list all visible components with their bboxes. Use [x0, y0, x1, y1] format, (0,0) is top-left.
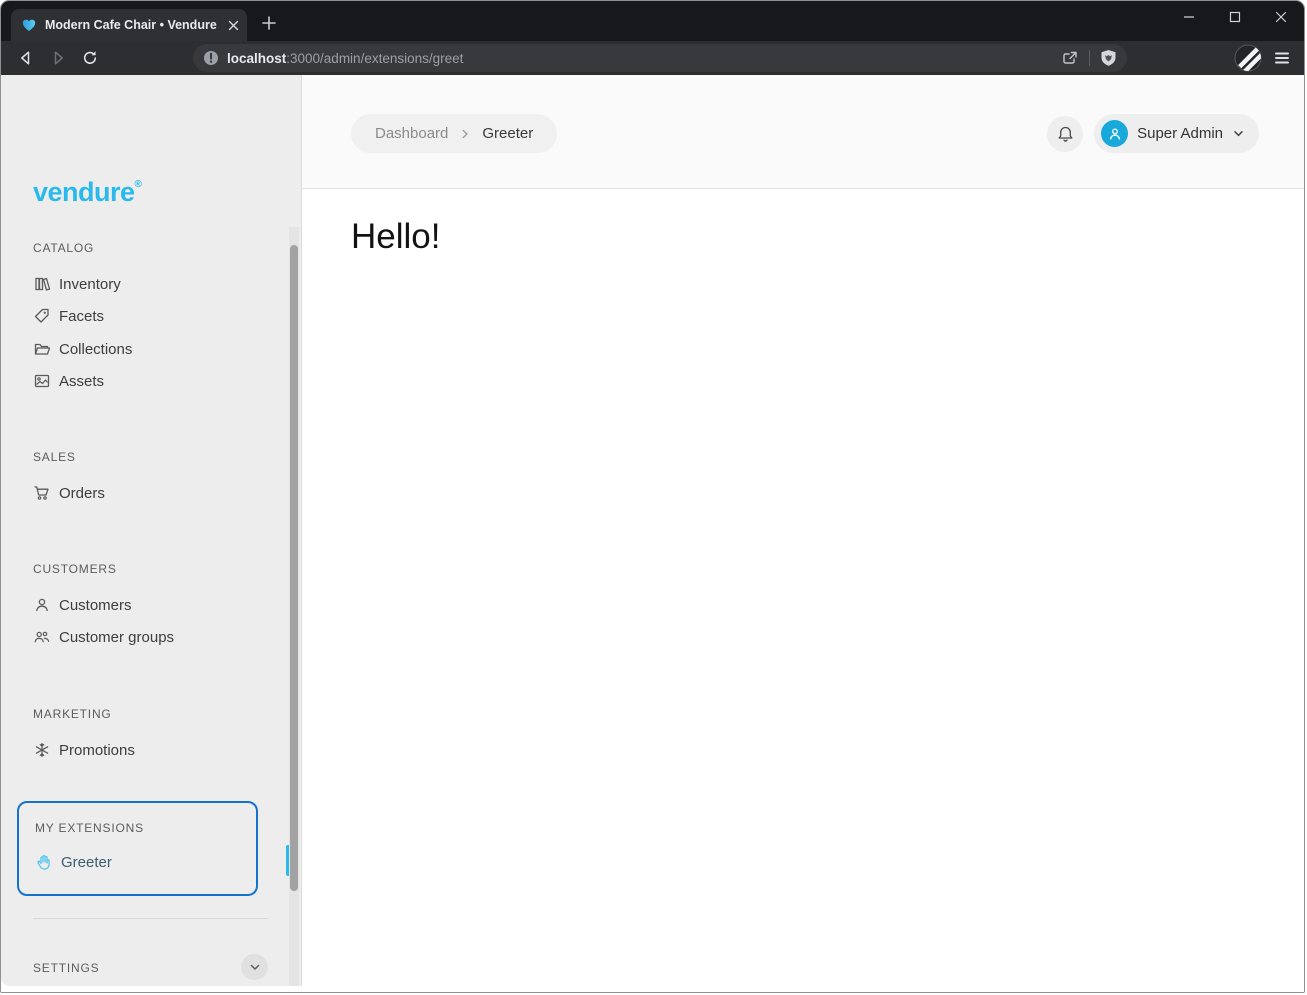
section-title-catalog: CATALOG	[33, 241, 95, 255]
my-extensions-card: MY EXTENSIONS Greeter	[17, 801, 258, 896]
section-title-my-extensions: MY EXTENSIONS	[35, 821, 144, 835]
page-content: Hello!	[302, 189, 1304, 992]
reload-button[interactable]	[77, 45, 103, 71]
maximize-button[interactable]	[1212, 1, 1258, 33]
sidebar: vendure® CATALOG Inventory Facets Collec…	[1, 75, 302, 986]
settings-expand-button[interactable]	[241, 954, 268, 980]
logo-text: vendure	[33, 177, 135, 207]
share-icon[interactable]	[1061, 49, 1079, 67]
tab-close-icon[interactable]	[228, 20, 239, 31]
sidebar-scrollbar-thumb[interactable]	[290, 245, 298, 891]
brave-shield-icon[interactable]	[1100, 49, 1117, 67]
sidebar-item-inventory[interactable]: Inventory	[33, 274, 121, 294]
close-window-button[interactable]	[1258, 1, 1304, 33]
sidebar-item-promotions[interactable]: Promotions	[33, 740, 135, 760]
sidebar-item-label: Promotions	[59, 741, 135, 759]
hand-icon	[35, 853, 53, 871]
back-button[interactable]	[13, 45, 39, 71]
sidebar-item-greeter[interactable]: Greeter	[35, 852, 112, 872]
tab-title: Modern Cafe Chair • Vendure	[45, 18, 217, 32]
section-title-marketing: MARKETING	[33, 707, 112, 721]
sidebar-item-collections[interactable]: Collections	[33, 339, 132, 359]
breadcrumb: Dashboard Greeter	[351, 114, 558, 153]
sidebar-divider	[33, 918, 269, 919]
bell-icon	[1056, 125, 1075, 144]
forward-button[interactable]	[45, 45, 71, 71]
sidebar-item-customers[interactable]: Customers	[33, 595, 132, 615]
sidebar-item-label: Facets	[59, 307, 105, 325]
url-text: localhost:3000/admin/extensions/greet	[227, 51, 1061, 66]
page-header: Dashboard Greeter Super Admin	[302, 75, 1304, 189]
browser-titlebar: Modern Cafe Chair • Vendure	[1, 1, 1304, 41]
sidebar-item-facets[interactable]: Facets	[33, 306, 104, 326]
tag-icon	[33, 307, 51, 325]
new-tab-button[interactable]	[257, 11, 281, 35]
page-title: Hello!	[351, 217, 441, 256]
image-icon	[33, 372, 51, 390]
sidebar-item-label: Orders	[59, 484, 105, 502]
books-icon	[33, 275, 51, 293]
url-host: localhost	[227, 50, 287, 66]
user-icon	[33, 596, 51, 614]
sidebar-item-label: Collections	[59, 340, 133, 358]
sidebar-item-label: Customer groups	[59, 628, 175, 646]
vendure-logo[interactable]: vendure®	[33, 177, 142, 208]
browser-menu-icon[interactable]	[1272, 48, 1292, 68]
avatar	[1101, 120, 1129, 147]
section-title-settings: SETTINGS	[33, 961, 100, 975]
sidebar-item-label: Greeter	[61, 853, 112, 871]
sidebar-item-orders[interactable]: Orders	[33, 483, 105, 503]
notifications-button[interactable]	[1047, 116, 1083, 152]
breadcrumb-separator-chevron-icon	[459, 128, 471, 140]
browser-profile-avatar[interactable]	[1234, 44, 1262, 72]
snowflake-icon	[33, 741, 51, 759]
vendure-favicon-heart-icon	[21, 17, 37, 33]
user-name: Super Admin	[1137, 125, 1223, 142]
breadcrumb-dashboard[interactable]: Dashboard	[375, 125, 448, 142]
chevron-down-icon	[1232, 127, 1245, 140]
folder-icon	[33, 340, 51, 358]
breadcrumb-greeter[interactable]: Greeter	[482, 125, 533, 142]
sidebar-item-label: Assets	[59, 372, 105, 390]
sidebar-item-customer-groups[interactable]: Customer groups	[33, 627, 174, 647]
sidebar-item-label: Customers	[59, 596, 132, 614]
url-bar[interactable]: localhost:3000/admin/extensions/greet	[193, 44, 1127, 72]
section-title-customers: CUSTOMERS	[33, 562, 117, 576]
sidebar-item-assets[interactable]: Assets	[33, 371, 104, 391]
user-menu-button[interactable]: Super Admin	[1094, 114, 1259, 153]
window-controls	[1166, 1, 1304, 33]
sidebar-section-settings[interactable]: SETTINGS	[1, 954, 271, 980]
browser-window: Modern Cafe Chair • Vendure localhost:30…	[0, 0, 1305, 993]
cart-icon	[33, 484, 51, 502]
vendure-admin-page: vendure® CATALOG Inventory Facets Collec…	[1, 75, 1304, 992]
url-path: :3000/admin/extensions/greet	[286, 50, 464, 66]
toolbar-divider	[1089, 50, 1090, 66]
minimize-button[interactable]	[1166, 1, 1212, 33]
section-title-sales: SALES	[33, 450, 76, 464]
browser-toolbar: localhost:3000/admin/extensions/greet	[1, 41, 1304, 75]
browser-tab[interactable]: Modern Cafe Chair • Vendure	[11, 9, 247, 41]
users-icon	[33, 628, 51, 646]
sidebar-item-label: Inventory	[59, 275, 121, 293]
main-area: Dashboard Greeter Super Admin Hello!	[302, 75, 1304, 992]
chevron-down-icon	[249, 961, 261, 973]
logo-registered-mark: ®	[134, 179, 142, 190]
site-info-icon[interactable]	[203, 50, 219, 66]
